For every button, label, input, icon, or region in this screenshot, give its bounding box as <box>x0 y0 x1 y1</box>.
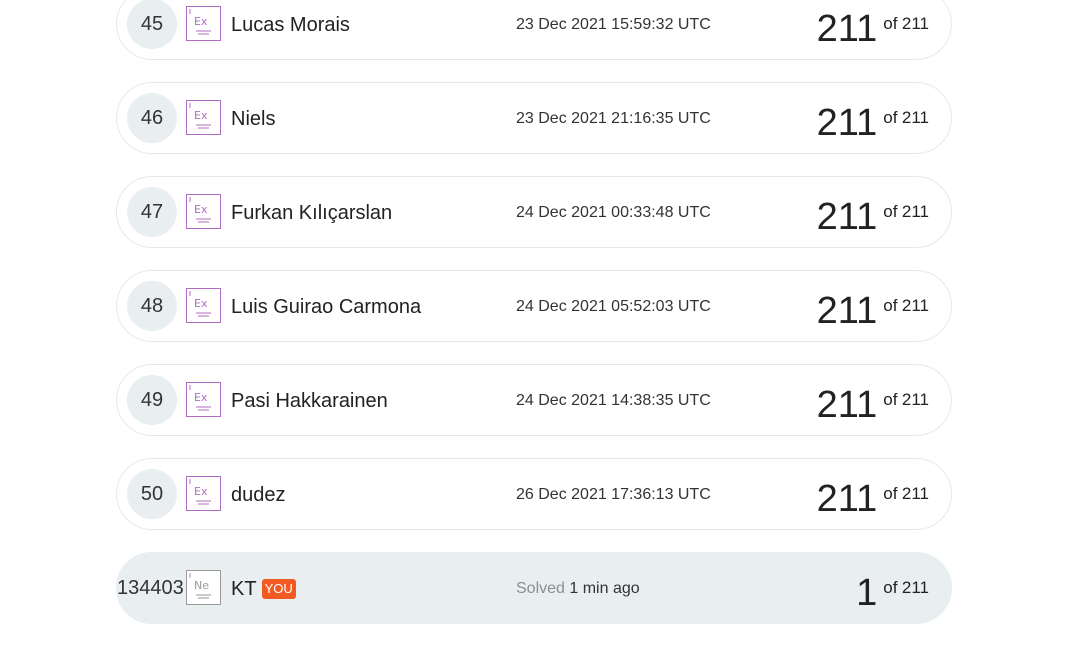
score-of-label: of <box>883 108 898 127</box>
rank-number: 46 <box>127 93 177 143</box>
leaderboard-row[interactable]: 50 Ex dudez 26 Dec 2021 17:36:13 UTC 211… <box>116 458 952 530</box>
leaderboard-row[interactable]: 49 Ex Pasi Hakkarainen 24 Dec 2021 14:38… <box>116 364 952 436</box>
score: 211 of 211 <box>817 83 929 153</box>
solve-time: 23 Dec 2021 21:16:35 UTC <box>516 110 711 127</box>
rank-number: 48 <box>127 281 177 331</box>
rank-number: 134403 <box>117 577 184 599</box>
badge-symbol: Ex <box>194 297 208 310</box>
leaderboard-row[interactable]: 46 Ex Niels 23 Dec 2021 21:16:35 UTC 211… <box>116 82 952 154</box>
score-value: 211 <box>816 289 878 332</box>
rank-number: 50 <box>127 469 177 519</box>
leaderboard-row[interactable]: 48 Ex Luis Guirao Carmona 24 Dec 2021 05… <box>116 270 952 342</box>
newbie-badge-icon: Ne <box>186 570 221 605</box>
rank-number: 49 <box>127 375 177 425</box>
solved-label: Solved <box>516 580 565 597</box>
score-of-label: of <box>883 296 898 315</box>
score-value: 211 <box>816 383 878 426</box>
score: 211 of 211 <box>817 177 929 247</box>
solve-time: 23 Dec 2021 15:59:32 UTC <box>516 16 711 33</box>
score-of-label: of <box>883 484 898 503</box>
solve-status: Solved 1 min ago <box>516 553 640 623</box>
score-value: 211 <box>816 7 878 50</box>
leaderboard-row[interactable]: 47 Ex Furkan Kılıçarslan 24 Dec 2021 00:… <box>116 176 952 248</box>
player-name-text: KT <box>231 578 257 600</box>
solve-time: 24 Dec 2021 14:38:35 UTC <box>516 392 711 409</box>
score-value: 211 <box>816 477 878 520</box>
score-total: 211 <box>901 14 929 33</box>
score-total: 211 <box>901 108 929 127</box>
score-of-label: of <box>883 390 898 409</box>
score-of-label: of <box>883 578 898 597</box>
score: 1 of 211 <box>856 553 929 623</box>
solve-time: 26 Dec 2021 17:36:13 UTC <box>516 486 711 503</box>
score-of-label: of <box>883 14 898 33</box>
score-of-label: of <box>883 202 898 221</box>
expert-badge-icon: Ex <box>186 288 221 323</box>
player-name[interactable]: Lucas Morais <box>231 0 350 59</box>
badge-symbol: Ex <box>194 15 208 28</box>
expert-badge-icon: Ex <box>186 382 221 417</box>
badge-symbol: Ex <box>194 391 208 404</box>
current-user-row[interactable]: 134403 Ne KT YOU Solved 1 min ago 1 of 211 <box>116 552 952 624</box>
score: 211 of 211 <box>817 271 929 341</box>
score-value: 211 <box>816 195 878 238</box>
score-total: 211 <box>901 390 929 409</box>
score-total: 211 <box>901 578 929 597</box>
score: 211 of 211 <box>817 0 929 59</box>
leaderboard-row[interactable]: 45 Ex Lucas Morais 23 Dec 2021 15:59:32 … <box>116 0 952 60</box>
score: 211 of 211 <box>817 365 929 435</box>
score-total: 211 <box>901 202 929 221</box>
expert-badge-icon: Ex <box>186 476 221 511</box>
player-name[interactable]: Luis Guirao Carmona <box>231 271 421 341</box>
solve-time: 24 Dec 2021 00:33:48 UTC <box>516 204 711 221</box>
badge-symbol: Ex <box>194 485 208 498</box>
you-badge: YOU <box>261 579 296 599</box>
player-name[interactable]: Pasi Hakkarainen <box>231 365 388 435</box>
player-name[interactable]: Niels <box>231 83 275 153</box>
badge-symbol: Ex <box>194 203 208 216</box>
score-value: 211 <box>816 101 878 144</box>
expert-badge-icon: Ex <box>186 6 221 41</box>
badge-symbol: Ex <box>194 109 208 122</box>
solve-time: 24 Dec 2021 05:52:03 UTC <box>516 298 711 315</box>
expert-badge-icon: Ex <box>186 100 221 135</box>
player-name[interactable]: KT YOU <box>231 553 296 623</box>
player-name[interactable]: dudez <box>231 459 286 529</box>
score-total: 211 <box>901 484 929 503</box>
solved-ago: 1 min ago <box>569 580 640 597</box>
badge-symbol: Ne <box>194 579 209 592</box>
expert-badge-icon: Ex <box>186 194 221 229</box>
score-total: 211 <box>901 296 929 315</box>
rank-number: 45 <box>127 0 177 49</box>
score-value: 1 <box>856 571 878 614</box>
player-name[interactable]: Furkan Kılıçarslan <box>231 177 392 247</box>
rank-number: 47 <box>127 187 177 237</box>
score: 211 of 211 <box>817 459 929 529</box>
